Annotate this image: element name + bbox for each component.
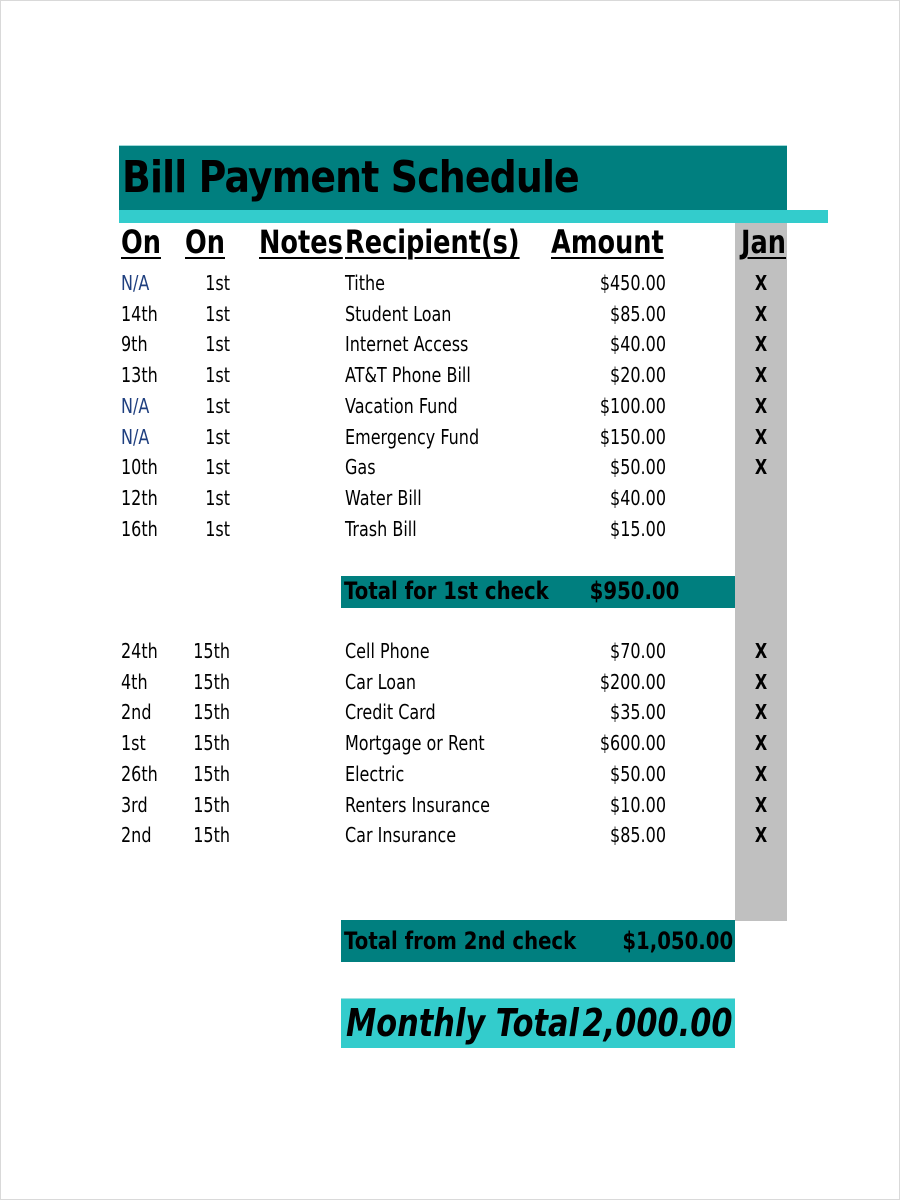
amount-cell: $40.00	[610, 332, 666, 357]
paid-mark-jan: X	[754, 363, 768, 388]
amount-cell: $150.00	[599, 424, 666, 449]
paid-on-cell: 1st	[205, 393, 230, 418]
recipient-cell: AT&T Phone Bill	[345, 363, 471, 388]
amount-cell: $85.00	[610, 823, 666, 848]
paid-on-cell: 15th	[193, 731, 230, 756]
header-month-jan: Jan	[741, 223, 787, 261]
bill-payment-sheet: Bill Payment Schedule On On Notes Recipi…	[0, 0, 900, 1200]
paid-on-cell: 1st	[205, 485, 230, 510]
due-date-cell: 26th	[121, 761, 158, 786]
paid-mark-jan: X	[754, 301, 768, 326]
recipient-cell: Electric	[345, 761, 405, 786]
title-bar: Bill Payment Schedule	[119, 145, 787, 211]
amount-cell: $70.00	[610, 639, 666, 663]
recipient-cell: Internet Access	[345, 332, 469, 357]
paid-on-cell: 15th	[193, 823, 230, 848]
page-title: Bill Payment Schedule	[122, 152, 580, 203]
header-notes: Notes	[259, 223, 343, 261]
amount-cell: $600.00	[599, 731, 666, 756]
monthly-total-label: Monthly Total	[346, 1001, 579, 1045]
paid-mark-jan: X	[754, 792, 768, 817]
paid-mark-jan: X	[754, 823, 768, 848]
paid-on-cell: 1st	[205, 455, 230, 480]
amount-cell: $100.00	[599, 393, 666, 418]
paid-on-cell: 1st	[205, 424, 230, 449]
amount-cell: $450.00	[599, 271, 666, 295]
check2-total-label: Total from 2nd check	[344, 927, 577, 955]
paid-mark-jan: X	[754, 271, 768, 295]
paid-on-cell: 15th	[193, 761, 230, 786]
amount-cell: $50.00	[610, 455, 666, 480]
due-date-cell: 2nd	[121, 700, 152, 725]
recipient-cell: Tithe	[345, 271, 385, 295]
paid-on-cell: 1st	[205, 301, 230, 326]
recipient-cell: Emergency Fund	[345, 424, 480, 449]
recipient-cell: Student Loan	[345, 301, 452, 326]
paid-mark-jan: X	[754, 639, 768, 663]
recipient-cell: Car Insurance	[345, 823, 457, 848]
header-paid-on: On	[185, 223, 225, 261]
amount-cell: $20.00	[610, 363, 666, 388]
paid-mark-jan	[740, 516, 782, 542]
paid-on-cell: 1st	[205, 516, 230, 541]
paid-mark-jan: X	[754, 761, 768, 786]
due-date-cell: 3rd	[121, 792, 148, 817]
paid-mark-jan: X	[754, 332, 768, 357]
check2-total-bar: Total from 2nd check $1,050.00	[341, 920, 735, 962]
paid-on-cell: 15th	[193, 639, 230, 663]
due-date-cell: 1st	[121, 731, 146, 756]
amount-cell: $35.00	[610, 700, 666, 725]
amount-cell: $40.00	[610, 485, 666, 510]
header-amount: Amount	[551, 223, 664, 261]
due-date-cell: N/A	[121, 424, 150, 449]
due-date-cell: 9th	[121, 332, 148, 357]
amount-cell: $15.00	[610, 516, 666, 541]
amount-cell: $50.00	[610, 761, 666, 786]
due-date-cell: N/A	[121, 393, 150, 418]
paid-mark-jan: X	[754, 424, 768, 449]
amount-cell: $10.00	[610, 792, 666, 817]
due-date-cell: 14th	[121, 301, 158, 326]
recipient-cell: Credit Card	[345, 700, 436, 725]
header-due-on: On	[121, 223, 161, 261]
paid-mark-jan: X	[754, 700, 768, 725]
paid-on-cell: 1st	[205, 332, 230, 357]
recipient-cell: Vacation Fund	[345, 393, 458, 418]
due-date-cell: 2nd	[121, 823, 152, 848]
due-date-cell: 12th	[121, 485, 158, 510]
due-date-cell: 10th	[121, 455, 158, 480]
check1-total-value: $950.00	[589, 577, 679, 605]
recipient-cell: Mortgage or Rent	[345, 731, 485, 756]
paid-on-cell: 1st	[205, 363, 230, 388]
recipient-cell: Gas	[345, 455, 376, 480]
paid-mark-jan: X	[754, 731, 768, 756]
due-date-cell: 4th	[121, 669, 148, 694]
recipient-cell: Water Bill	[345, 485, 422, 510]
check1-total-bar: Total for 1st check $950.00	[341, 576, 735, 608]
due-date-cell: N/A	[121, 271, 150, 295]
paid-mark-jan: X	[754, 669, 768, 694]
monthly-total-value: 2,000.00	[582, 1001, 733, 1045]
paid-on-cell: 1st	[205, 271, 230, 295]
paid-on-cell: 15th	[193, 669, 230, 694]
recipient-cell: Car Loan	[345, 669, 417, 694]
check1-total-label: Total for 1st check	[344, 577, 549, 605]
due-date-cell: 16th	[121, 516, 158, 541]
recipient-cell: Cell Phone	[345, 639, 430, 663]
paid-on-cell: 15th	[193, 700, 230, 725]
paid-mark-jan: X	[754, 455, 768, 480]
due-date-cell: 13th	[121, 363, 158, 388]
paid-on-cell: 15th	[193, 792, 230, 817]
paid-mark-jan: X	[754, 393, 768, 418]
check2-total-value: $1,050.00	[622, 927, 733, 955]
amount-cell: $85.00	[610, 301, 666, 326]
monthly-total-bar: Monthly Total 2,000.00	[341, 998, 735, 1048]
recipient-cell: Trash Bill	[345, 516, 417, 541]
amount-cell: $200.00	[599, 669, 666, 694]
recipient-cell: Renters Insurance	[345, 792, 490, 817]
paid-mark-jan	[740, 485, 782, 511]
due-date-cell: 24th	[121, 639, 158, 663]
header-recipients: Recipient(s)	[345, 223, 520, 261]
